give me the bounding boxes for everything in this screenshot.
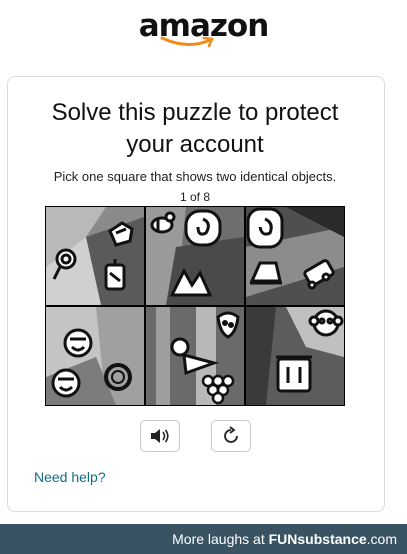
title-line-2: your account [126,131,264,158]
footer-prefix: More laughs at [172,531,269,547]
swirl-icon [184,209,222,247]
tile-3-image [246,207,344,305]
reload-icon [224,426,238,443]
puzzle-tile-1[interactable] [46,207,144,305]
tile-4-image [46,307,144,405]
footer-banner: More laughs at FUNsubstance.com [0,524,407,554]
page-title: Solve this puzzle to protect your accoun… [0,97,390,161]
speaker-icon [151,429,169,443]
amazon-logo: amazon [0,8,407,52]
puzzle-tile-2[interactable] [146,207,244,305]
face-icon [63,328,93,358]
tile-6-image [246,307,344,405]
instruction-text: Pick one square that shows two identical… [53,169,337,184]
spiral-icon [246,207,284,249]
puzzle-grid [45,206,345,406]
footer-brand: FUNsubstance [268,531,367,547]
reload-button[interactable] [211,420,251,452]
tile-5-image [146,307,244,405]
face-icon [51,368,81,398]
puzzle-tile-3[interactable] [246,207,344,305]
tile-2-image [146,207,244,305]
title-line-1: Solve this puzzle to protect [51,99,339,126]
puzzle-tile-6[interactable] [246,307,344,405]
smile-arrow-icon [160,36,214,48]
puzzle-tile-5[interactable] [146,307,244,405]
footer-credit[interactable]: More laughs at FUNsubstance.com [172,531,397,547]
tile-1-image [46,207,144,305]
audio-button[interactable] [140,420,180,452]
need-help-link[interactable]: Need help? [34,469,106,485]
progress-counter: 1 of 8 [179,190,211,204]
puzzle-tile-4[interactable] [46,307,144,405]
footer-suffix: .com [366,531,397,547]
trash-icon [276,355,312,393]
